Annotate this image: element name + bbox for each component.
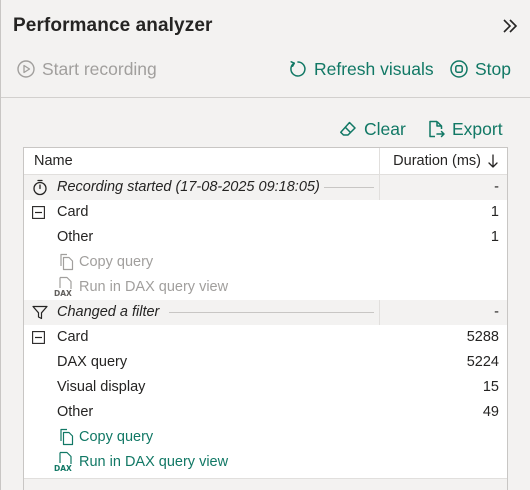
start-recording-button[interactable]: Start recording (16, 56, 157, 82)
row-duration: - (494, 179, 499, 195)
row-label: Other (57, 404, 94, 420)
stopwatch-icon (33, 179, 47, 196)
start-recording-label: Start recording (42, 58, 157, 79)
filter-icon (32, 305, 48, 320)
table-row-metric[interactable]: Other 49 (24, 400, 507, 425)
copy-icon (60, 428, 74, 446)
row-duration: 5224 (466, 354, 499, 370)
row-duration: - (494, 304, 499, 320)
stop-label: Stop (475, 58, 511, 79)
row-duration: 1 (490, 204, 499, 220)
play-circle-icon (17, 60, 35, 78)
stop-circle-icon (450, 60, 468, 78)
row-duration: 1 (490, 229, 499, 245)
svg-text:DAX: DAX (54, 464, 72, 472)
refresh-visuals-label: Refresh visuals (314, 58, 434, 79)
export-button[interactable]: Export (426, 116, 503, 142)
column-header-name[interactable]: Name (34, 148, 73, 174)
row-duration: 15 (482, 379, 499, 395)
sort-descending-arrow-icon (488, 154, 498, 168)
row-label: Run in DAX query view (79, 279, 229, 295)
results-table: Name Duration (ms) Recording started (17… (23, 147, 508, 490)
table-row-event[interactable]: Recording started (17-08-2025 09:18:05) … (24, 175, 507, 200)
row-label: Card (57, 204, 89, 220)
performance-analyzer-pane: Performance analyzer Start recording Ref… (0, 0, 530, 490)
pane-title: Performance analyzer (13, 15, 213, 36)
column-separator (379, 300, 380, 325)
pane-header: Performance analyzer Start recording Ref… (1, 0, 530, 98)
eraser-icon (340, 121, 356, 136)
row-duration: 49 (482, 404, 499, 420)
column-header-duration-label: Duration (ms) (393, 153, 481, 169)
refresh-visuals-button[interactable]: Refresh visuals (288, 56, 434, 82)
clear-label: Clear (364, 118, 406, 139)
clear-button[interactable]: Clear (338, 116, 406, 142)
row-divider-line (324, 187, 374, 188)
refresh-icon (290, 61, 306, 77)
row-label: Run in DAX query view (79, 454, 229, 470)
table-row-metric[interactable]: Other 1 (24, 225, 507, 250)
svg-text:DAX: DAX (54, 289, 72, 297)
table-row-visual[interactable]: Card 5288 (24, 325, 507, 350)
collapse-box-icon[interactable] (32, 206, 45, 219)
row-duration: 5288 (466, 329, 499, 345)
table-row-visual[interactable]: Card 1 (24, 200, 507, 225)
row-label: Card (57, 329, 89, 345)
row-label: Changed a filter (57, 304, 160, 320)
table-row-event[interactable]: Changed a filter - (24, 300, 507, 325)
dax-file-icon: DAX (54, 451, 72, 472)
export-label: Export (452, 118, 503, 139)
copy-icon (60, 253, 74, 271)
copy-query-link[interactable]: Copy query (24, 425, 507, 450)
dax-file-icon: DAX (54, 276, 72, 297)
run-in-dax-query-view-link[interactable]: DAX Run in DAX query view (24, 275, 507, 300)
row-label: Copy query (79, 254, 154, 270)
row-divider-line (169, 312, 374, 313)
row-label: Recording started (17-08-2025 09:18:05) (57, 179, 320, 195)
table-footer-strip (24, 478, 507, 490)
collapse-pane-button[interactable] (499, 14, 521, 38)
collapse-box-icon[interactable] (32, 331, 45, 344)
row-label: DAX query (57, 354, 128, 370)
row-label: Other (57, 229, 94, 245)
column-separator (379, 175, 380, 200)
table-row-metric[interactable]: Visual display 15 (24, 375, 507, 400)
table-row-metric[interactable]: DAX query 5224 (24, 350, 507, 375)
copy-query-link[interactable]: Copy query (24, 250, 507, 275)
stop-button[interactable]: Stop (449, 56, 511, 82)
export-icon (429, 120, 445, 138)
run-in-dax-query-view-link[interactable]: DAX Run in DAX query view (24, 450, 507, 475)
row-label: Copy query (79, 429, 154, 445)
chevron-double-right-icon (503, 19, 518, 33)
row-label: Visual display (57, 379, 146, 395)
column-header-duration[interactable]: Duration (ms) (379, 148, 499, 174)
